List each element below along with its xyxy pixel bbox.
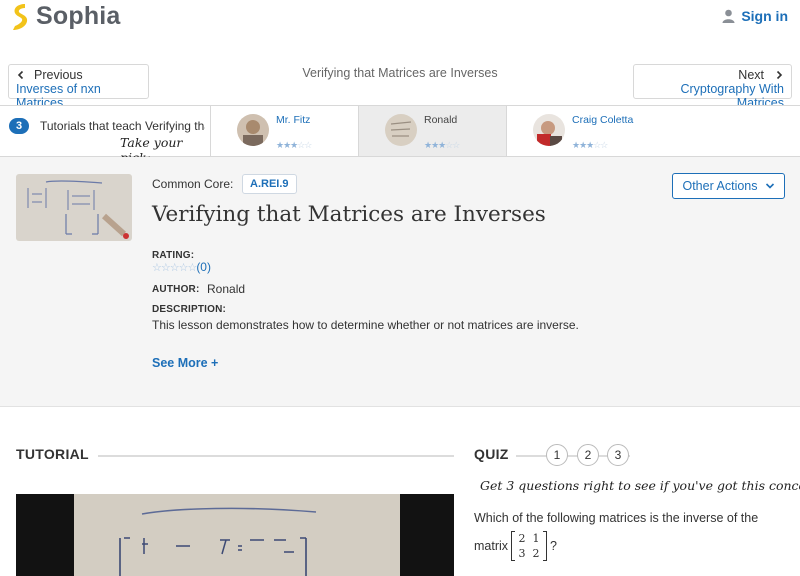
tutorials-bar: 3 Tutorials that teach Verifying that Ma… (0, 105, 800, 165)
quiz-heading: QUIZ (474, 446, 509, 462)
avatar (237, 114, 269, 146)
quiz-prompt: Get 3 questions right to see if you've g… (480, 478, 800, 493)
chevron-left-icon (17, 70, 24, 80)
description-text: This lesson demonstrates how to determin… (152, 318, 579, 332)
user-icon (722, 9, 735, 23)
tutorial-video[interactable] (16, 494, 454, 576)
star-rating-icon: ★★★☆☆ (572, 140, 608, 150)
next-label: Next (738, 68, 764, 82)
common-core-badge[interactable]: A.REI.9 (242, 174, 297, 194)
other-actions-button[interactable]: Other Actions (672, 173, 785, 199)
quiz-question-text: Which of the following matrices is the i… (474, 511, 759, 525)
quiz-question-3[interactable]: 3 (607, 444, 629, 466)
other-actions-label: Other Actions (682, 179, 758, 193)
tutorial-count-badge: 3 (9, 118, 29, 134)
matrix-cell: 2 (518, 532, 526, 545)
quiz-question-1[interactable]: 1 (546, 444, 568, 466)
previous-tutorial-button[interactable]: Previous Inverses of nxn Matrices (8, 64, 149, 110)
rating-row[interactable]: ☆☆☆☆☆(0) (152, 260, 211, 274)
sign-in-link[interactable]: Sign in (722, 8, 788, 24)
author-name: Ronald (207, 282, 246, 296)
sophia-logo-icon (13, 3, 28, 30)
rating-count: (0) (196, 260, 211, 274)
author-label: AUTHOR: (152, 284, 200, 295)
tutorial-divider (98, 455, 454, 457)
quiz-matrix-line: matrix 2 1 3 2 ? (474, 531, 557, 561)
star-rating-icon: ★★★☆☆ (424, 140, 460, 150)
tutorial-card-craig-coletta[interactable]: Craig Coletta ★★★☆☆ (507, 106, 800, 156)
tutorials-summary: 3 Tutorials that teach Verifying that Ma… (0, 106, 211, 165)
brand-name: Sophia (36, 2, 121, 30)
tutorial-heading: TUTORIAL (16, 446, 89, 462)
tutorial-author: Craig Coletta (572, 114, 634, 126)
tutorial-author: Mr. Fitz (276, 114, 311, 126)
avatar (533, 114, 565, 146)
chevron-right-icon (776, 70, 783, 80)
matrix-cell: 2 (532, 547, 540, 560)
quiz-question-2[interactable]: 2 (577, 444, 599, 466)
matrix-suffix: ? (550, 539, 557, 553)
tutorial-card-mr-fitz[interactable]: Mr. Fitz ★★★☆☆ (211, 106, 359, 156)
lesson-info: Common Core: A.REI.9 Verifying that Matr… (0, 157, 800, 407)
description-label: DESCRIPTION: (152, 304, 227, 315)
page-title: Verifying that Matrices are Inverses (152, 202, 546, 227)
next-tutorial-button[interactable]: Next Cryptography With Matrices (633, 64, 792, 110)
matrix-prefix: matrix (474, 539, 509, 553)
common-core-label: Common Core: (152, 177, 234, 191)
lesson-thumbnail[interactable] (16, 174, 132, 241)
quiz-matrix: 2 1 3 2 (511, 531, 548, 561)
tutorials-text: Tutorials that teach Verifying that Matr… (40, 119, 205, 133)
previous-label: Previous (34, 68, 83, 82)
see-more-link[interactable]: See More + (152, 356, 218, 370)
site-header: Sophia Sign in (0, 0, 800, 58)
avatar (385, 114, 417, 146)
sophia-logo[interactable]: Sophia (10, 2, 121, 31)
matrix-cell: 3 (518, 547, 526, 560)
matrix-cell: 1 (532, 532, 540, 545)
tutorial-card-ronald[interactable]: Ronald ★★★☆☆ (359, 106, 507, 156)
empty-stars-icon: ☆☆☆☆☆ (152, 262, 197, 274)
chevron-down-icon (765, 183, 774, 189)
sign-in-label: Sign in (741, 8, 788, 24)
star-rating-icon: ★★★☆☆ (276, 140, 312, 150)
tutorial-author: Ronald (424, 114, 458, 126)
